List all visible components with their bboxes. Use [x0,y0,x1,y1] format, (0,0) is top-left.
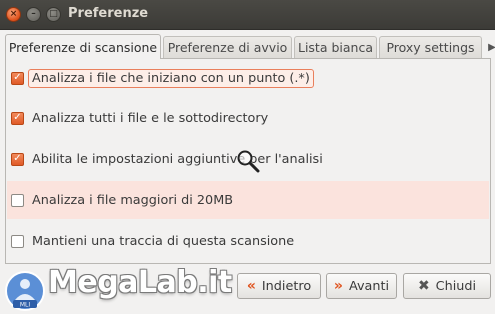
checkbox-extra-settings[interactable]: ✓ [11,152,24,166]
forward-arrow-icon: » [333,278,343,294]
tab-proxy-settings[interactable]: Proxy settings [379,36,482,58]
tab-lista-bianca[interactable]: Lista bianca [294,36,377,58]
option-label: Analizza i file che iniziano con un punt… [28,68,314,88]
next-button-label: Avanti [348,278,390,294]
back-arrow-icon: « [246,278,256,294]
option-label: Analizza i file maggiori di 20MB [32,192,234,208]
option-row-keep-log[interactable]: Mantieni una traccia di questa scansione [7,222,489,260]
magnifier-cursor-icon [237,150,260,173]
next-button[interactable]: » Avanti [326,273,397,299]
tab-bar: Preferenze di scansione Preferenze di av… [5,34,495,59]
option-label: Analizza tutti i file e le sottodirector… [32,110,269,126]
tab-preferenze-scansione[interactable]: Preferenze di scansione [5,34,161,59]
option-row-hidden-files[interactable]: ✓ Analizza i file che iniziano con un pu… [7,59,489,97]
close-button-label: Chiudi [435,278,477,294]
close-icon: × [9,9,18,19]
megalab-watermark: MLI MegaLab.it [4,265,232,314]
megalab-logo-icon: MLI [5,271,45,311]
tab-scroll-right-icon[interactable]: ▶ [486,36,495,58]
back-button[interactable]: « Indietro [237,273,321,299]
window-close-button[interactable]: × [6,7,21,22]
maximize-icon: □ [49,9,58,19]
logo-badge-text: MLI [20,302,31,309]
watermark-text: MegaLab.it [48,265,232,300]
option-row-large-files[interactable]: Analizza i file maggiori di 20MB [7,181,489,219]
back-button-label: Indietro [261,278,312,294]
x-icon: ✖ [417,278,430,294]
checkbox-hidden-files[interactable]: ✓ [11,71,24,85]
checkbox-large-files[interactable] [11,193,24,207]
option-row-all-files[interactable]: ✓ Analizza tutti i file e le sottodirect… [7,99,489,137]
option-label: Mantieni una traccia di questa scansione [32,233,295,249]
window-maximize-button[interactable]: □ [46,7,61,22]
checkbox-keep-log[interactable] [11,234,24,248]
option-label: Abilita le impostazioni aggiuntive per l… [32,151,323,167]
checkbox-all-files[interactable]: ✓ [11,111,24,125]
title-bar: × – □ Preferenze [0,0,495,30]
close-button[interactable]: ✖ Chiudi [403,273,491,299]
window-minimize-button[interactable]: – [26,7,41,22]
minimize-icon: – [31,9,36,19]
window-title: Preferenze [68,6,149,21]
tab-preferenze-avvio[interactable]: Preferenze di avvio [163,36,292,58]
